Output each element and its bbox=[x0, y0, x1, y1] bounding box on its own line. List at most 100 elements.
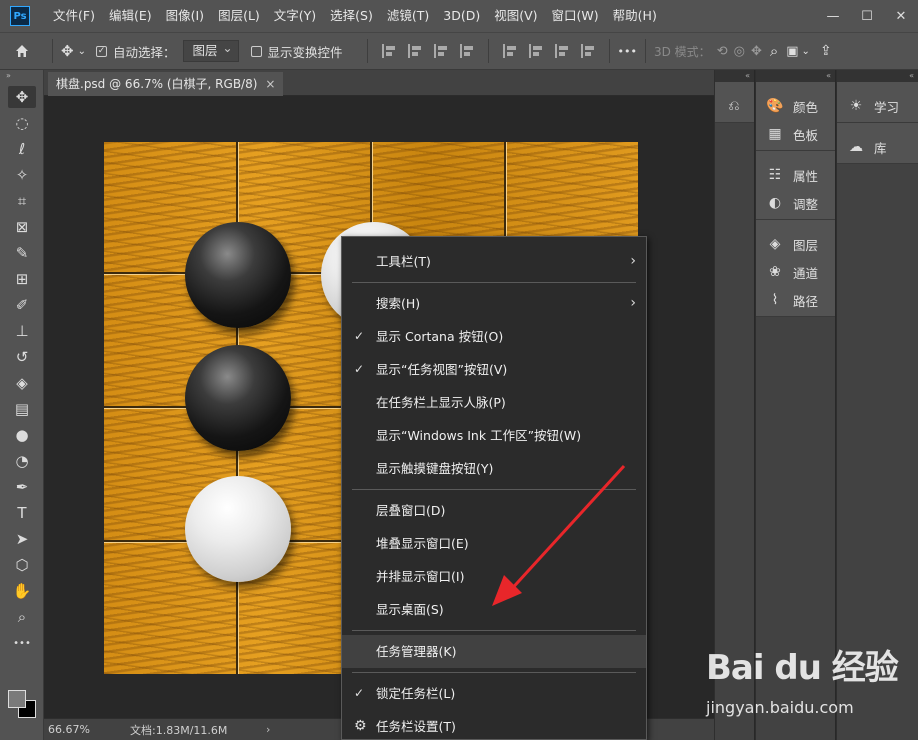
panel-collapse-icon[interactable]: « bbox=[837, 70, 918, 82]
status-menu-arrow-icon[interactable]: › bbox=[266, 723, 270, 736]
distribute-vertical-icon[interactable] bbox=[580, 44, 595, 58]
history-brush-tool[interactable]: ↺ bbox=[0, 344, 44, 370]
marquee-tool[interactable]: ◌ bbox=[0, 110, 44, 136]
3d-roll-icon[interactable]: ◎ bbox=[734, 32, 745, 70]
eraser-tool[interactable]: ◈ bbox=[0, 370, 44, 396]
share-icon[interactable]: ⇪ bbox=[820, 32, 832, 70]
menu-image[interactable]: 图像(I) bbox=[159, 0, 211, 32]
menu-edit[interactable]: 编辑(E) bbox=[102, 0, 159, 32]
3d-orbit-icon[interactable]: ⟲ bbox=[717, 32, 728, 70]
panel-swatches[interactable]: ▦ 色板 bbox=[756, 120, 835, 148]
menu-item-label: 堆叠显示窗口(E) bbox=[376, 536, 469, 551]
distribute-icon[interactable] bbox=[459, 44, 474, 58]
3d-pan-icon[interactable]: ✥ bbox=[751, 32, 762, 70]
panel-collapse-icon[interactable]: « bbox=[715, 70, 754, 82]
more-tools[interactable]: ••• bbox=[0, 630, 44, 656]
hand-tool[interactable]: ✋ bbox=[0, 578, 44, 604]
gradient-tool[interactable]: ▤ bbox=[0, 396, 44, 422]
move-tool-preset[interactable]: ✥ ⌄ bbox=[61, 32, 86, 70]
layer-select[interactable]: 图层 bbox=[183, 38, 239, 62]
show-transform-toggle[interactable]: 显示变换控件 bbox=[250, 32, 343, 70]
menu-item-cascade[interactable]: 层叠窗口(D) bbox=[342, 494, 646, 527]
tools-collapse-icon[interactable]: » bbox=[0, 70, 43, 84]
type-tool[interactable]: T bbox=[0, 500, 44, 526]
minimize-button[interactable]: — bbox=[816, 0, 850, 32]
menu-item-stack[interactable]: 堆叠显示窗口(E) bbox=[342, 527, 646, 560]
menu-file[interactable]: 文件(F) bbox=[46, 0, 102, 32]
align-top-icon[interactable] bbox=[502, 44, 517, 58]
blur-tool[interactable]: ● bbox=[0, 422, 44, 448]
workspace-switcher[interactable]: ▣ ⌄ bbox=[786, 32, 810, 70]
eyedropper-tool[interactable]: ✎ bbox=[0, 240, 44, 266]
options-divider bbox=[487, 39, 489, 63]
menu-item-show-taskview[interactable]: ✓ 显示“任务视图”按钮(V) bbox=[342, 353, 646, 386]
pen-tool[interactable]: ✒ bbox=[0, 474, 44, 500]
menu-item-side-by-side[interactable]: 并排显示窗口(I) bbox=[342, 560, 646, 593]
menu-window[interactable]: 窗口(W) bbox=[545, 0, 606, 32]
lasso-tool[interactable]: ℓ bbox=[0, 136, 44, 162]
align-left-icon[interactable] bbox=[381, 44, 396, 58]
stamp-tool[interactable]: ⊥ bbox=[0, 318, 44, 344]
color-swatches[interactable] bbox=[8, 690, 40, 722]
menu-select[interactable]: 选择(S) bbox=[323, 0, 380, 32]
menu-item-task-manager[interactable]: 任务管理器(K) bbox=[342, 635, 646, 668]
menu-layer[interactable]: 图层(L) bbox=[211, 0, 267, 32]
menu-item-show-cortana[interactable]: ✓ 显示 Cortana 按钮(O) bbox=[342, 320, 646, 353]
search-icon[interactable]: ⌕ bbox=[770, 32, 778, 70]
foreground-color-swatch[interactable] bbox=[8, 690, 26, 708]
maximize-button[interactable]: ☐ bbox=[850, 0, 884, 32]
home-button[interactable] bbox=[0, 32, 44, 70]
panel-color[interactable]: 🎨 颜色 bbox=[756, 92, 835, 120]
auto-select-checkbox[interactable]: ✓ bbox=[95, 45, 107, 57]
panel-adjustments[interactable]: ◐ 调整 bbox=[756, 189, 835, 217]
menu-item-show-desktop[interactable]: 显示桌面(S) bbox=[342, 593, 646, 626]
crop-tool-icon: ⌗ bbox=[17, 192, 27, 210]
shape-tool[interactable]: ⬡ bbox=[0, 552, 44, 578]
crop-tool[interactable]: ⌗ bbox=[0, 188, 44, 214]
move-tool[interactable]: ✥ bbox=[0, 84, 44, 110]
history-panel-button[interactable]: ⎌ bbox=[715, 92, 754, 120]
frame-tool[interactable]: ⊠ bbox=[0, 214, 44, 240]
menu-item-show-ink[interactable]: 显示“Windows Ink 工作区”按钮(W) bbox=[342, 419, 646, 452]
path-select-tool[interactable]: ➤ bbox=[0, 526, 44, 552]
panel-layers[interactable]: ◈ 图层 bbox=[756, 230, 835, 258]
more-tools-icon: ••• bbox=[13, 637, 31, 649]
close-button[interactable]: ✕ bbox=[884, 0, 918, 32]
magic-wand-tool[interactable]: ✧ bbox=[0, 162, 44, 188]
menu-filter[interactable]: 滤镜(T) bbox=[380, 0, 436, 32]
menu-item-search[interactable]: 搜索(H) › bbox=[342, 287, 646, 320]
panel-libraries[interactable]: ☁ 库 bbox=[837, 133, 918, 161]
auto-select-toggle[interactable]: ✓ 自动选择： bbox=[95, 32, 175, 70]
panel-learn[interactable]: ☀ 学习 bbox=[837, 92, 918, 120]
dodge-tool[interactable]: ◔ bbox=[0, 448, 44, 474]
menu-item-show-keyboard[interactable]: 显示触摸键盘按钮(Y) bbox=[342, 452, 646, 485]
menu-3d[interactable]: 3D(D) bbox=[436, 0, 487, 32]
panel-channels[interactable]: ❀ 通道 bbox=[756, 258, 835, 286]
show-transform-checkbox[interactable] bbox=[250, 45, 262, 57]
menu-item-show-people[interactable]: 在任务栏上显示人脉(P) bbox=[342, 386, 646, 419]
panel-collapse-icon[interactable]: « bbox=[756, 70, 835, 82]
more-options-button[interactable]: ••• bbox=[618, 32, 637, 70]
history-brush-tool-icon: ↺ bbox=[15, 348, 29, 366]
align-bottom-icon[interactable] bbox=[554, 44, 569, 58]
align-middle-icon[interactable] bbox=[528, 44, 543, 58]
menu-item-label: 锁定任务栏(L) bbox=[376, 686, 456, 701]
align-center-icon[interactable] bbox=[407, 44, 422, 58]
align-right-icon[interactable] bbox=[433, 44, 448, 58]
panel-properties[interactable]: ☷ 属性 bbox=[756, 161, 835, 189]
panel-paths[interactable]: ⌇ 路径 bbox=[756, 286, 835, 314]
menu-item-toolbars[interactable]: 工具栏(T) › bbox=[342, 245, 646, 278]
zoom-level[interactable]: 66.67% bbox=[44, 723, 106, 736]
close-tab-icon[interactable]: × bbox=[265, 72, 275, 96]
brush-tool[interactable]: ✐ bbox=[0, 292, 44, 318]
menu-item-lock-taskbar[interactable]: ✓ 锁定任务栏(L) bbox=[342, 677, 646, 710]
menu-view[interactable]: 视图(V) bbox=[487, 0, 544, 32]
menu-type[interactable]: 文字(Y) bbox=[267, 0, 323, 32]
menu-help[interactable]: 帮助(H) bbox=[606, 0, 664, 32]
options-bar: ✥ ⌄ ✓ 自动选择： 图层 显示变换控件 ••• 3D 模式： ⟲ ◎ ✥ ⌕… bbox=[0, 32, 918, 70]
chevron-down-icon: ⌄ bbox=[77, 45, 86, 57]
menu-item-taskbar-settings[interactable]: ⚙ 任务栏设置(T) bbox=[342, 710, 646, 740]
patch-tool[interactable]: ⊞ bbox=[0, 266, 44, 292]
document-tab[interactable]: 棋盘.psd @ 66.7% (白棋子, RGB/8) × bbox=[48, 72, 284, 96]
zoom-tool[interactable]: ⌕ bbox=[0, 604, 44, 630]
